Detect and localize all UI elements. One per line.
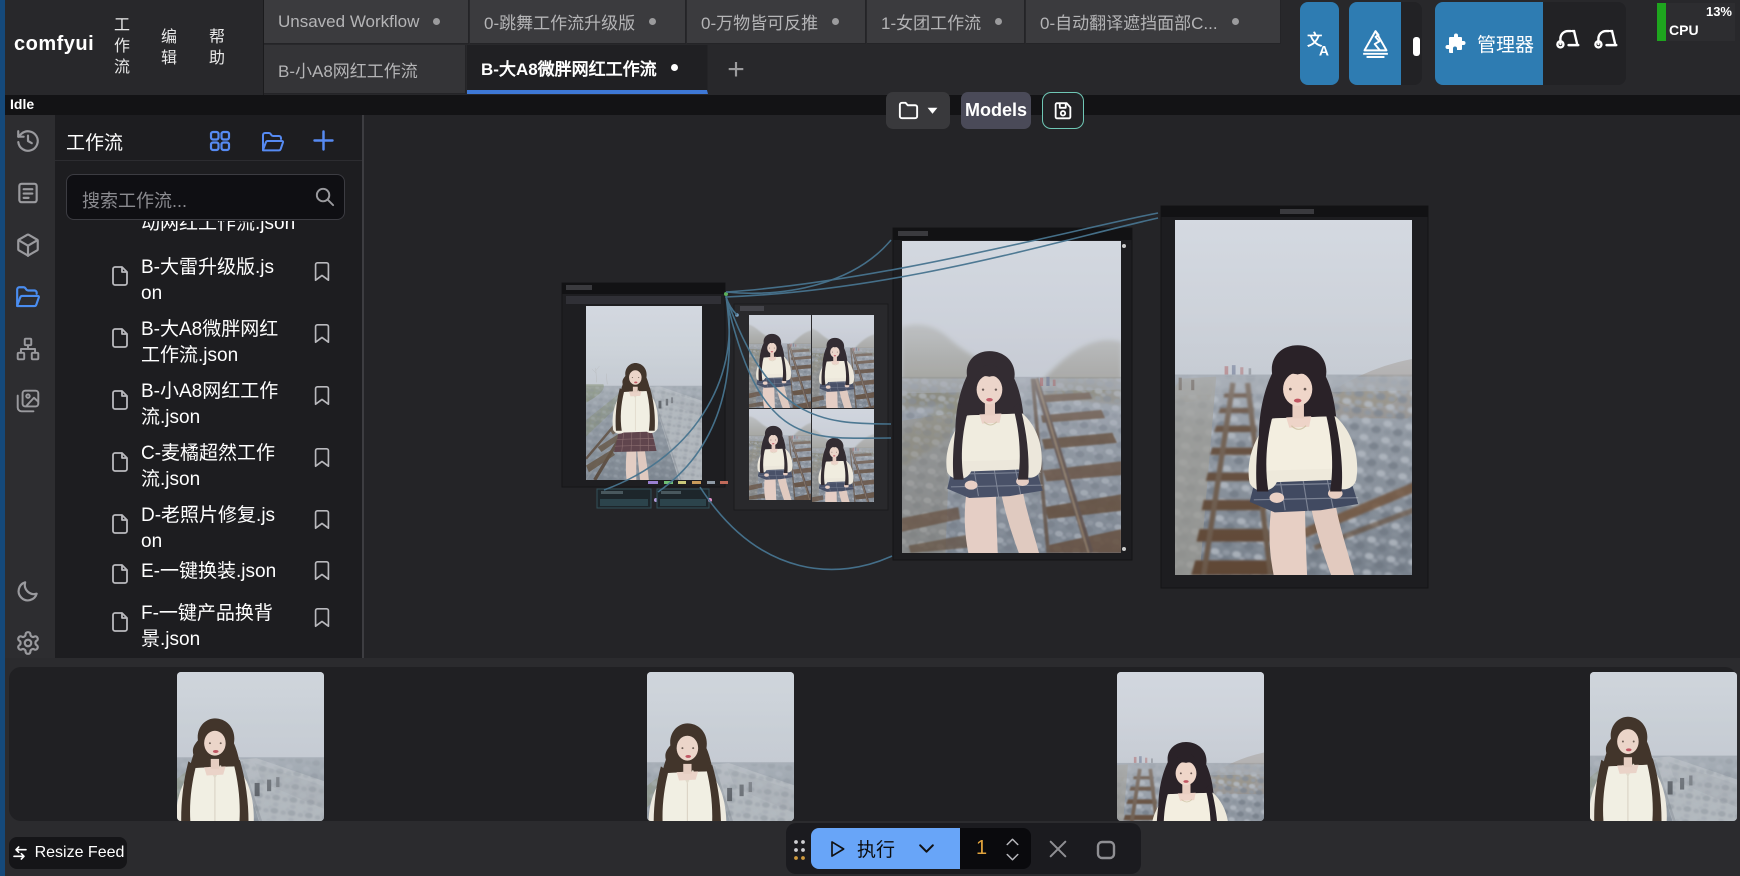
- svg-text:A: A: [1318, 42, 1328, 57]
